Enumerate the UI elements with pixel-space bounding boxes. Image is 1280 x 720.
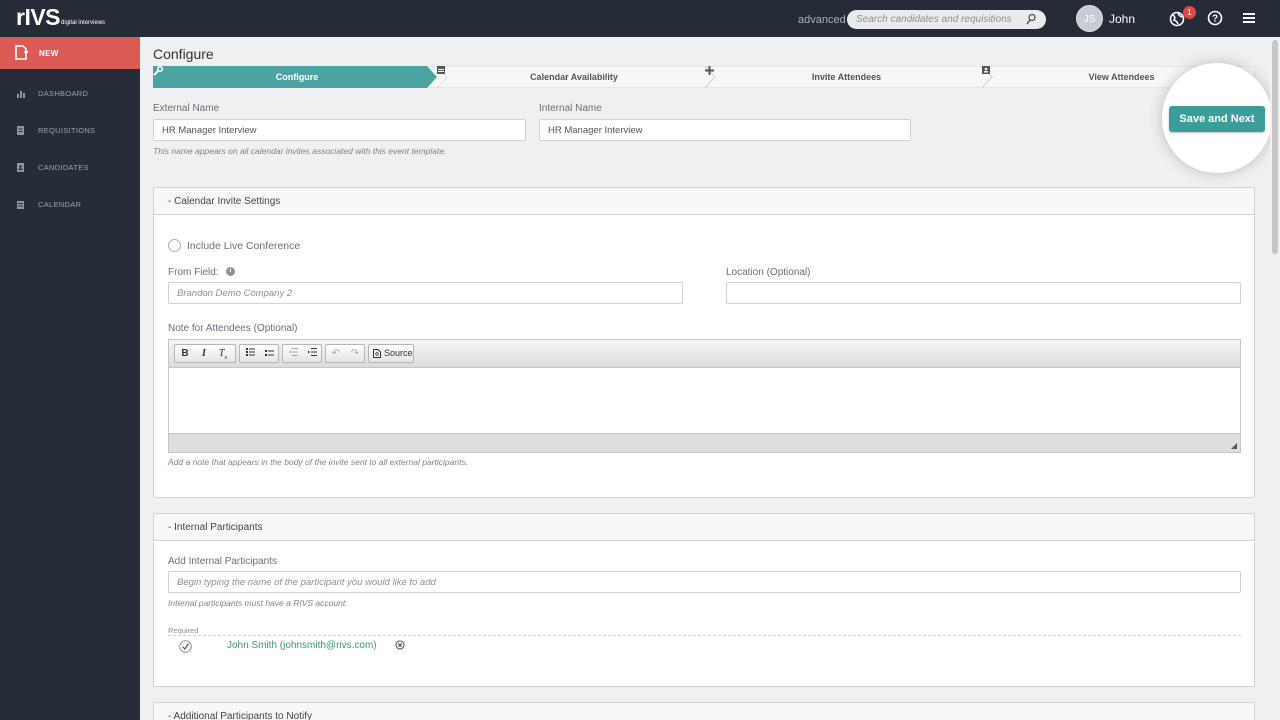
- search-input[interactable]: [847, 10, 1017, 29]
- note-hint: Add a note that appears in the body of t…: [168, 457, 469, 467]
- add-participant-input[interactable]: [168, 571, 1241, 593]
- new-label: NEW: [39, 49, 59, 58]
- participants-hint: Internal participants must have a RIVS a…: [168, 598, 348, 608]
- list-group: [239, 344, 279, 363]
- info-icon[interactable]: i: [226, 267, 235, 276]
- help-icon[interactable]: ?: [1207, 10, 1223, 29]
- indent-icon[interactable]: [304, 345, 320, 362]
- id-card-icon: [17, 163, 25, 175]
- undo-icon[interactable]: ↶: [328, 345, 344, 362]
- app-logo[interactable]: rIVSdigital interviews: [16, 4, 106, 30]
- outdent-icon[interactable]: [285, 345, 301, 362]
- location-label: Location (Optional): [726, 267, 811, 278]
- wizard-steps: Configure Calendar Availability Invite A…: [153, 66, 1255, 88]
- panel-header[interactable]: - Calendar Invite Settings: [154, 188, 1254, 215]
- new-button[interactable]: NEW: [0, 37, 140, 69]
- step-invite-attendees[interactable]: Invite Attendees: [705, 66, 982, 88]
- from-field-label: From Field:: [168, 267, 219, 278]
- note-label: Note for Attendees (Optional): [168, 323, 298, 334]
- notification-badge: 1: [1183, 6, 1196, 19]
- divider: [168, 635, 1241, 636]
- bold-icon[interactable]: B: [177, 345, 193, 362]
- new-document-icon: [15, 45, 29, 63]
- sidebar-item-candidates[interactable]: CANDIDATES: [0, 158, 140, 178]
- step-calendar-availability[interactable]: Calendar Availability: [437, 66, 705, 88]
- bar-chart-icon: [17, 89, 26, 101]
- history-group: ↶ ↷: [325, 344, 365, 363]
- required-column-label: Required: [168, 626, 199, 635]
- name-hint: This name appears on all calendar invite…: [153, 146, 447, 156]
- advanced-search-link[interactable]: advanced: [798, 14, 846, 26]
- avatar[interactable]: JS: [1076, 5, 1103, 32]
- page-title: Configure: [153, 46, 214, 62]
- from-field-input[interactable]: [168, 282, 683, 304]
- step-label: View Attendees: [1088, 72, 1155, 82]
- external-name-input[interactable]: [153, 119, 526, 141]
- sidebar-item-label: CALENDAR: [38, 200, 82, 209]
- required-check-icon[interactable]: [179, 640, 192, 656]
- sidebar-item-calendar[interactable]: CALENDAR: [0, 195, 140, 215]
- additional-participants-panel: - Additional Participants to Notify: [153, 702, 1255, 720]
- internal-name-label: Internal Name: [539, 103, 602, 114]
- search-icon[interactable]: [1026, 13, 1036, 28]
- step-configure[interactable]: Configure: [153, 66, 437, 88]
- user-name[interactable]: John: [1109, 12, 1135, 26]
- redo-icon[interactable]: ↷: [347, 345, 363, 362]
- panel-header[interactable]: - Internal Participants: [154, 514, 1254, 541]
- step-label: Invite Attendees: [811, 72, 882, 82]
- panel-header[interactable]: - Additional Participants to Notify: [154, 703, 1254, 720]
- sidebar-item-requisitions[interactable]: REQUISITIONS: [0, 121, 140, 141]
- format-group: B I Tx: [174, 344, 236, 363]
- remove-format-icon[interactable]: Tx: [215, 345, 231, 362]
- sidebar-item-dashboard[interactable]: DASHBOARD: [0, 84, 140, 104]
- participant-name: John Smith (johnsmith@rivs.com): [227, 640, 377, 651]
- sidebar-item-label: REQUISITIONS: [38, 126, 96, 135]
- italic-icon[interactable]: I: [196, 345, 212, 362]
- sidebar: NEW DASHBOARD REQUISITIONS CANDIDATES CA…: [0, 37, 140, 720]
- calendar-icon: [17, 200, 25, 212]
- resize-handle-icon[interactable]: [1231, 443, 1237, 449]
- save-and-next-button[interactable]: Save and Next: [1169, 106, 1265, 132]
- remove-participant-icon[interactable]: [395, 640, 405, 653]
- source-icon: [373, 349, 381, 361]
- live-conference-label: Include Live Conference: [187, 240, 301, 252]
- add-participants-label: Add Internal Participants: [168, 556, 277, 567]
- top-bar: rIVSdigital interviews advanced JS John …: [0, 0, 1280, 37]
- sidebar-item-label: CANDIDATES: [38, 163, 89, 172]
- internal-name-input[interactable]: [539, 119, 911, 141]
- editor-toolbar: B I Tx ↶ ↷ Source: [169, 340, 1240, 368]
- logo-tagline: digital interviews: [61, 20, 106, 26]
- panel-title: - Internal Participants: [168, 522, 263, 533]
- scrollbar-thumb[interactable]: [1272, 40, 1278, 254]
- location-input[interactable]: [726, 282, 1241, 304]
- logo-wordmark: rIVS: [16, 4, 61, 30]
- note-rich-text-editor[interactable]: B I Tx ↶ ↷ Source: [168, 339, 1241, 453]
- hamburger-menu-icon[interactable]: [1243, 12, 1255, 27]
- document-icon: [17, 126, 25, 138]
- live-conference-radio[interactable]: [168, 239, 181, 252]
- editor-footer: [169, 433, 1240, 452]
- global-search: [847, 10, 1046, 29]
- svg-text:?: ?: [1212, 14, 1218, 25]
- numbered-list-icon[interactable]: [242, 345, 258, 362]
- panel-title: - Calendar Invite Settings: [168, 196, 281, 207]
- source-label: Source: [384, 348, 413, 358]
- source-button[interactable]: Source: [368, 344, 414, 363]
- indent-group: [282, 344, 322, 363]
- step-label: Configure: [275, 72, 319, 82]
- panel-title: - Additional Participants to Notify: [168, 711, 312, 720]
- external-name-label: External Name: [153, 103, 220, 114]
- bulleted-list-icon[interactable]: [261, 345, 277, 362]
- sidebar-item-label: DASHBOARD: [38, 89, 89, 98]
- step-label: Calendar Availability: [530, 72, 618, 82]
